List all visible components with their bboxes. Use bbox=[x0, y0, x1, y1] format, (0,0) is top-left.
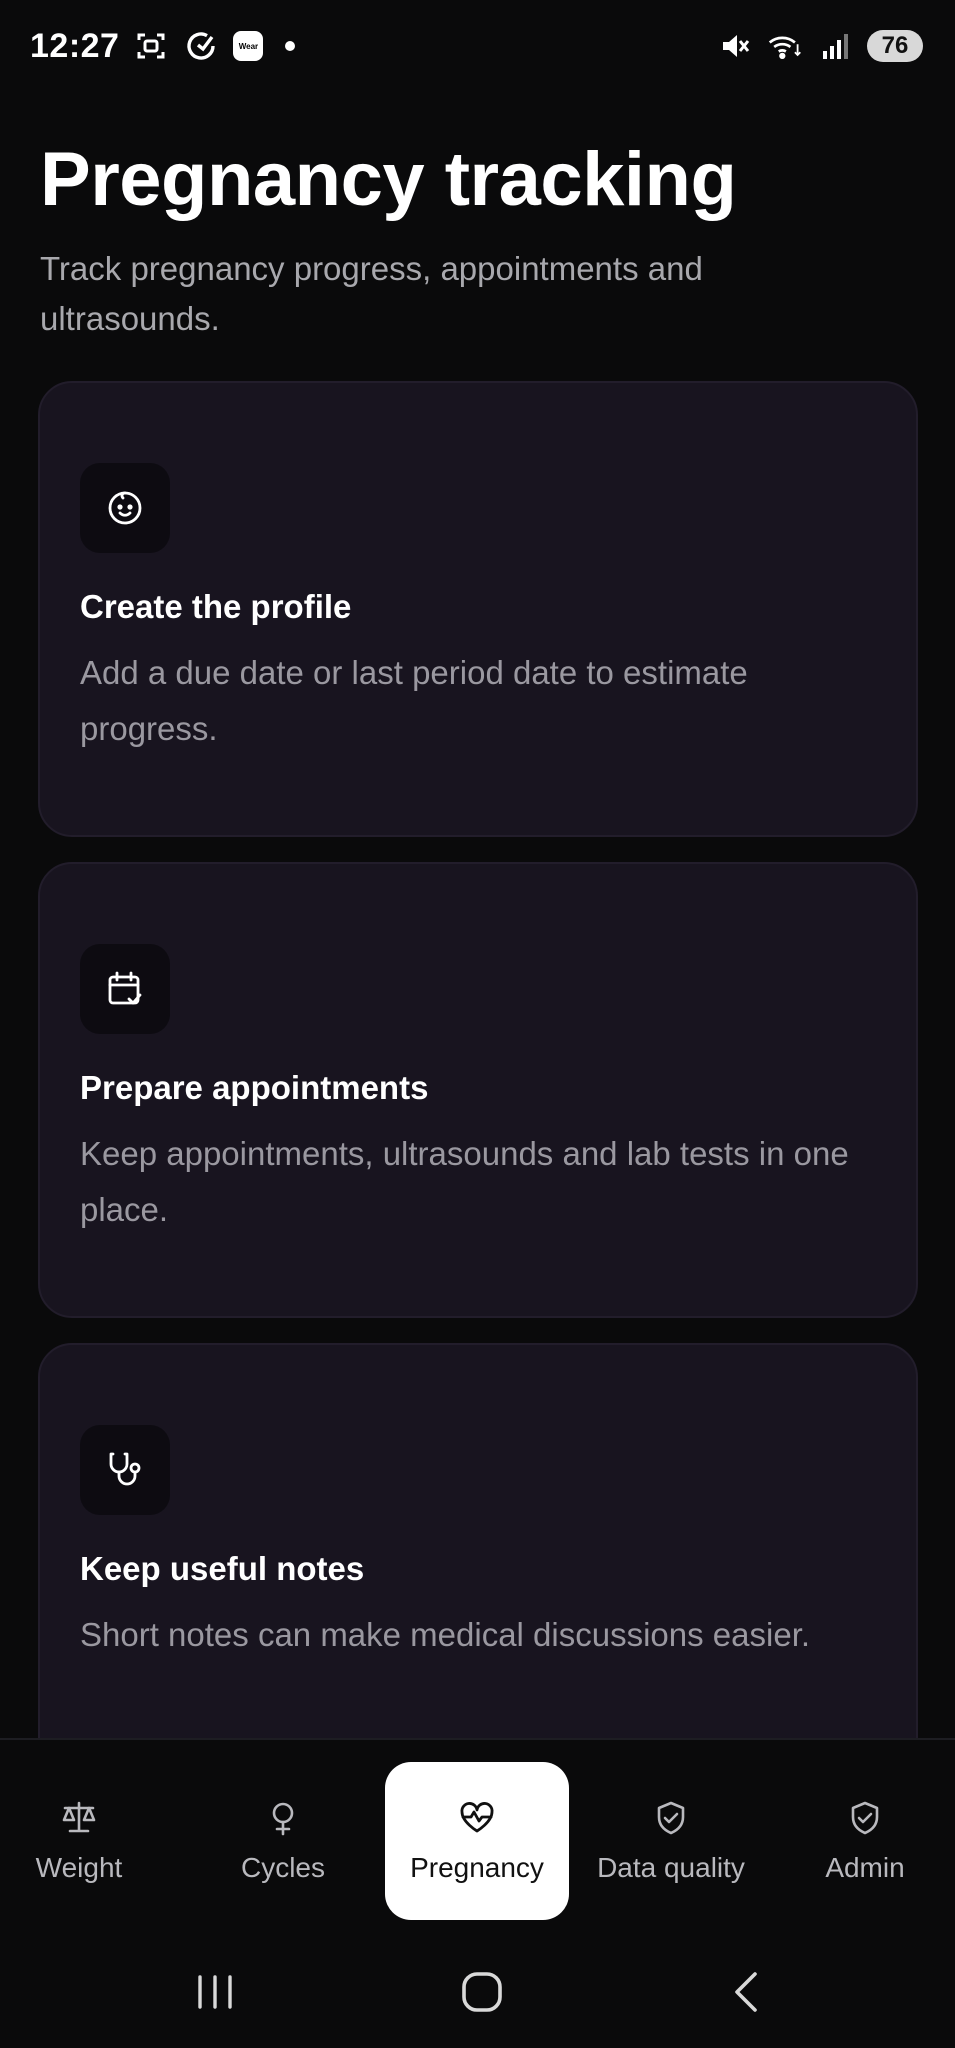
baby-icon bbox=[80, 463, 170, 553]
shield-check-icon bbox=[651, 1798, 691, 1838]
pregnancy-tracking-screen: 12:27 Wear 76 Pregnancy tracking Track p… bbox=[0, 0, 955, 2048]
scale-icon bbox=[59, 1798, 99, 1838]
status-bar: 12:27 Wear 76 bbox=[0, 0, 955, 92]
card-description: Short notes can make medical discussions… bbox=[80, 1616, 811, 1653]
wear-icon: Wear bbox=[233, 31, 264, 61]
notification-dot bbox=[285, 41, 296, 51]
prepare-appointments-card[interactable]: Prepare appointments Keep appointments, … bbox=[38, 862, 918, 1318]
page-title: Pregnancy tracking bbox=[40, 137, 737, 222]
status-left: 12:27 Wear bbox=[30, 26, 296, 66]
nav-label: Weight bbox=[35, 1852, 123, 1883]
battery-icon: 76 bbox=[867, 30, 923, 62]
status-time: 12:27 bbox=[30, 26, 120, 65]
back-button[interactable] bbox=[718, 1962, 778, 2022]
sync-icon bbox=[183, 28, 219, 64]
create-profile-card[interactable]: Create the profile Add a due date or las… bbox=[38, 381, 918, 837]
nav-cycles[interactable]: Cycles bbox=[191, 1762, 375, 1920]
mute-icon bbox=[717, 28, 753, 64]
stethoscope-icon bbox=[80, 1425, 170, 1515]
system-navigation-bar bbox=[0, 1934, 955, 2048]
screenshot-icon bbox=[133, 28, 169, 64]
wifi-icon bbox=[767, 28, 803, 64]
calendar-check-icon bbox=[80, 944, 170, 1034]
recent-apps-button[interactable] bbox=[185, 1962, 245, 2022]
nav-label: Data quality bbox=[597, 1852, 745, 1883]
keep-notes-card[interactable]: Keep useful notes Short notes can make m… bbox=[38, 1343, 918, 1799]
bottom-navigation: Weight Cycles Pregnancy Data quality Adm… bbox=[0, 1738, 955, 1934]
nav-admin[interactable]: Admin bbox=[773, 1762, 955, 1920]
card-description: Keep appointments, ultrasounds and lab t… bbox=[80, 1135, 849, 1228]
nav-pregnancy[interactable]: Pregnancy bbox=[385, 1762, 569, 1920]
home-button[interactable] bbox=[452, 1962, 512, 2022]
signal-icon bbox=[817, 28, 853, 64]
shield-check-icon bbox=[845, 1798, 885, 1838]
nav-weight[interactable]: Weight bbox=[0, 1762, 171, 1920]
card-title: Create the profile bbox=[80, 588, 352, 625]
status-right: 76 bbox=[717, 28, 923, 64]
page-subtitle: Track pregnancy progress, appointments a… bbox=[40, 250, 703, 337]
card-title: Keep useful notes bbox=[80, 1550, 365, 1587]
female-symbol-icon bbox=[263, 1798, 303, 1838]
heart-pulse-icon bbox=[457, 1798, 497, 1838]
nav-label: Admin bbox=[825, 1852, 905, 1883]
card-title: Prepare appointments bbox=[80, 1069, 429, 1106]
nav-data-quality[interactable]: Data quality bbox=[579, 1762, 763, 1920]
nav-label: Cycles bbox=[240, 1852, 325, 1883]
card-description: Add a due date or last period date to es… bbox=[80, 654, 748, 747]
nav-label: Pregnancy bbox=[410, 1852, 544, 1883]
